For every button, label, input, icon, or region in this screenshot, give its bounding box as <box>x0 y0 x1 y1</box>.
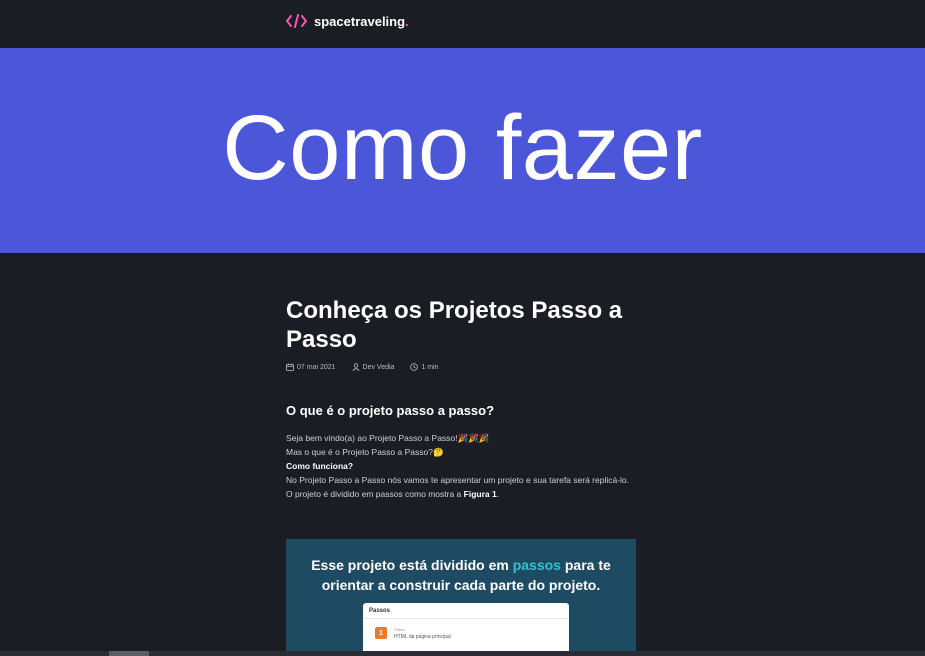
post-article: Conheça os Projetos Passo a Passo 07 mai… <box>286 296 636 500</box>
paragraph-how-it-works: Como funciona? <box>286 461 636 472</box>
paragraph-welcome: Seja bem vindo(a) ao Projeto Passo a Pas… <box>286 433 490 443</box>
post-reading-time: 1 min <box>410 363 439 371</box>
paragraph-question: Mas o que é o Projeto Passo a Passo?🤔 <box>286 447 444 457</box>
figure-ref-text: O projeto é dividido em passos como most… <box>286 489 464 499</box>
figure-caption: Esse projeto está dividido em passos par… <box>286 555 636 595</box>
how-it-works-label: Como funciona? <box>286 461 354 471</box>
post-banner: Como fazer <box>0 48 925 253</box>
figure-caption-line2: orientar a construir cada parte do proje… <box>321 577 601 593</box>
figure-step-desc: HTML da página principal <box>394 634 451 640</box>
user-icon <box>352 363 360 371</box>
post-date: 07 mai 2021 <box>286 363 336 371</box>
section-heading: O que é o projeto passo a passo? <box>286 403 495 418</box>
paragraph-figure-ref: O projeto é dividido em passos como most… <box>286 489 636 500</box>
figure-caption-highlight: passos <box>512 557 561 573</box>
clock-icon <box>410 363 419 371</box>
post-author-text: Dev Vedia <box>362 363 395 371</box>
post-author: Dev Vedia <box>352 363 395 371</box>
brand-dot: . <box>405 13 409 29</box>
post-title: Conheça os Projetos Passo a Passo <box>286 297 623 353</box>
post-meta: 07 mai 2021 Dev Vedia 1 min <box>286 360 636 374</box>
banner-text: Como fazer <box>222 96 703 199</box>
post-reading-time-text: 1 min <box>421 363 439 371</box>
figure-step-label: Passo <box>394 627 406 632</box>
post-date-text: 07 mai 2021 <box>297 363 336 371</box>
figure-caption-end: para te <box>560 557 611 573</box>
figure-1-image: Esse projeto está dividido em passos par… <box>286 539 636 656</box>
figure-step-badge: 1 <box>375 627 387 639</box>
figure-card-divider <box>363 618 569 619</box>
figure-ref-end: . <box>496 489 500 499</box>
brand-name: spacetraveling <box>314 13 406 29</box>
scrollbar-thumb[interactable] <box>109 651 149 656</box>
post-body: Seja bem vindo(a) ao Projeto Passo a Pas… <box>286 433 636 500</box>
top-header: spacetraveling. <box>0 0 925 48</box>
figure-caption-start: Esse projeto está dividido em <box>311 557 513 573</box>
figure-ref-link: Figura 1 <box>463 489 497 499</box>
code-brackets-icon <box>286 14 307 28</box>
brand-logo[interactable]: spacetraveling. <box>286 12 409 30</box>
paragraph-description: No Projeto Passo a Passo nós vamos te ap… <box>286 475 630 485</box>
figure-steps-card: Passos 1 Passo HTML da página principal <box>363 603 569 656</box>
calendar-icon <box>286 363 294 371</box>
figure-card-title: Passos <box>369 608 391 614</box>
